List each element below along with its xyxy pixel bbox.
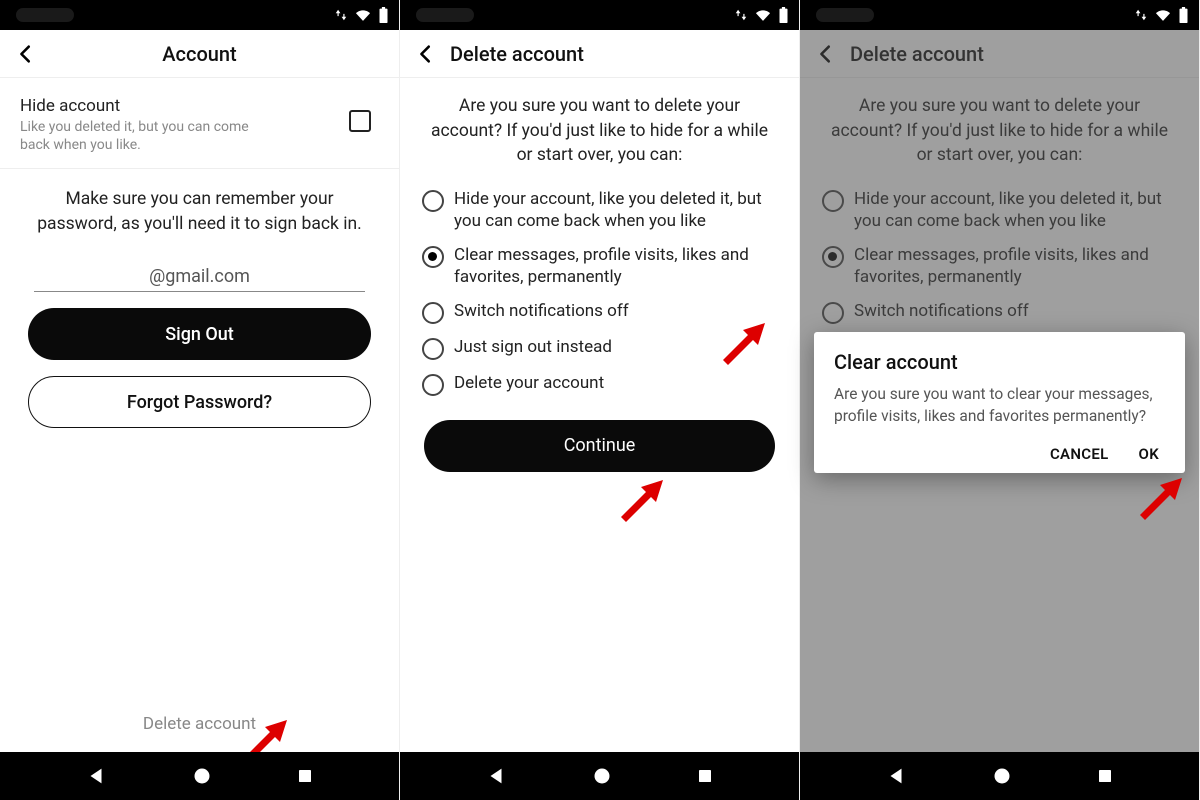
back-button[interactable] — [406, 34, 446, 74]
header: Account — [0, 30, 399, 78]
radio-icon — [422, 302, 444, 324]
sign-out-button[interactable]: Sign Out — [28, 308, 371, 360]
page-title: Account — [46, 42, 353, 66]
email-underline — [34, 291, 365, 292]
back-button[interactable] — [6, 34, 46, 74]
arrow-annotation — [616, 472, 666, 522]
modal-title: Clear account — [834, 350, 1165, 374]
screen-delete-account: Delete account Are you sure you want to … — [400, 0, 800, 800]
forgot-password-button[interactable]: Forgot Password? — [28, 376, 371, 428]
radio-icon — [422, 338, 444, 360]
chevron-left-icon — [415, 43, 437, 65]
android-navbar — [800, 752, 1199, 800]
cancel-button[interactable]: CANCEL — [1050, 445, 1109, 463]
status-bar — [400, 0, 799, 30]
radio-icon — [422, 374, 444, 396]
updown-icon — [1134, 8, 1148, 22]
content: Are you sure you want to delete your acc… — [400, 78, 799, 752]
chevron-left-icon — [15, 43, 37, 65]
page-title: Delete account — [450, 42, 793, 66]
android-navbar — [400, 752, 799, 800]
arrow-annotation — [718, 315, 768, 365]
hide-account-sub: Like you deleted it, but you can come ba… — [20, 118, 280, 154]
arrow-annotation — [1135, 470, 1185, 520]
hide-account-checkbox[interactable] — [349, 110, 371, 132]
option-hide[interactable]: Hide your account, like you deleted it, … — [400, 182, 799, 238]
email-field[interactable]: @gmail.com — [0, 246, 399, 289]
battery-icon — [1178, 7, 1189, 23]
updown-icon — [734, 8, 748, 22]
radio-icon — [422, 246, 444, 268]
status-pill — [416, 8, 474, 22]
remember-password-text: Make sure you can remember your password… — [0, 169, 399, 246]
header: Delete account — [400, 30, 799, 78]
hide-account-row[interactable]: Hide account Like you deleted it, but yo… — [0, 78, 399, 169]
option-delete[interactable]: Delete your account — [400, 366, 799, 402]
delete-account-link[interactable]: Delete account — [0, 714, 399, 734]
screen-clear-modal: Delete account Are you sure you want to … — [800, 0, 1200, 800]
continue-button[interactable]: Continue — [424, 420, 775, 472]
ok-button[interactable]: OK — [1139, 445, 1159, 463]
battery-icon — [378, 7, 389, 23]
modal-body: Are you sure you want to clear your mess… — [834, 384, 1165, 427]
modal-actions: CANCEL OK — [834, 445, 1165, 463]
screen-account: Account Hide account Like you deleted it… — [0, 0, 400, 800]
status-pill — [816, 8, 874, 22]
nav-home-icon[interactable] — [192, 766, 212, 786]
nav-recent-icon[interactable] — [696, 767, 714, 785]
option-clear[interactable]: Clear messages, profile visits, likes an… — [400, 238, 799, 294]
nav-back-icon[interactable] — [85, 765, 107, 787]
clear-account-modal: Clear account Are you sure you want to c… — [814, 332, 1185, 473]
delete-prompt: Are you sure you want to delete your acc… — [400, 78, 799, 182]
radio-icon — [422, 190, 444, 212]
status-bar — [0, 0, 399, 30]
wifi-icon — [354, 8, 372, 22]
nav-back-icon[interactable] — [885, 765, 907, 787]
nav-recent-icon[interactable] — [296, 767, 314, 785]
status-pill — [16, 8, 74, 22]
content: Hide account Like you deleted it, but yo… — [0, 78, 399, 752]
wifi-icon — [1154, 8, 1172, 22]
android-navbar — [0, 752, 399, 800]
status-bar — [800, 0, 1199, 30]
nav-back-icon[interactable] — [485, 765, 507, 787]
hide-account-title: Hide account — [20, 96, 349, 116]
nav-home-icon[interactable] — [592, 766, 612, 786]
updown-icon — [334, 8, 348, 22]
nav-recent-icon[interactable] — [1096, 767, 1114, 785]
nav-home-icon[interactable] — [992, 766, 1012, 786]
wifi-icon — [754, 8, 772, 22]
arrow-annotation — [240, 712, 290, 752]
battery-icon — [778, 7, 789, 23]
